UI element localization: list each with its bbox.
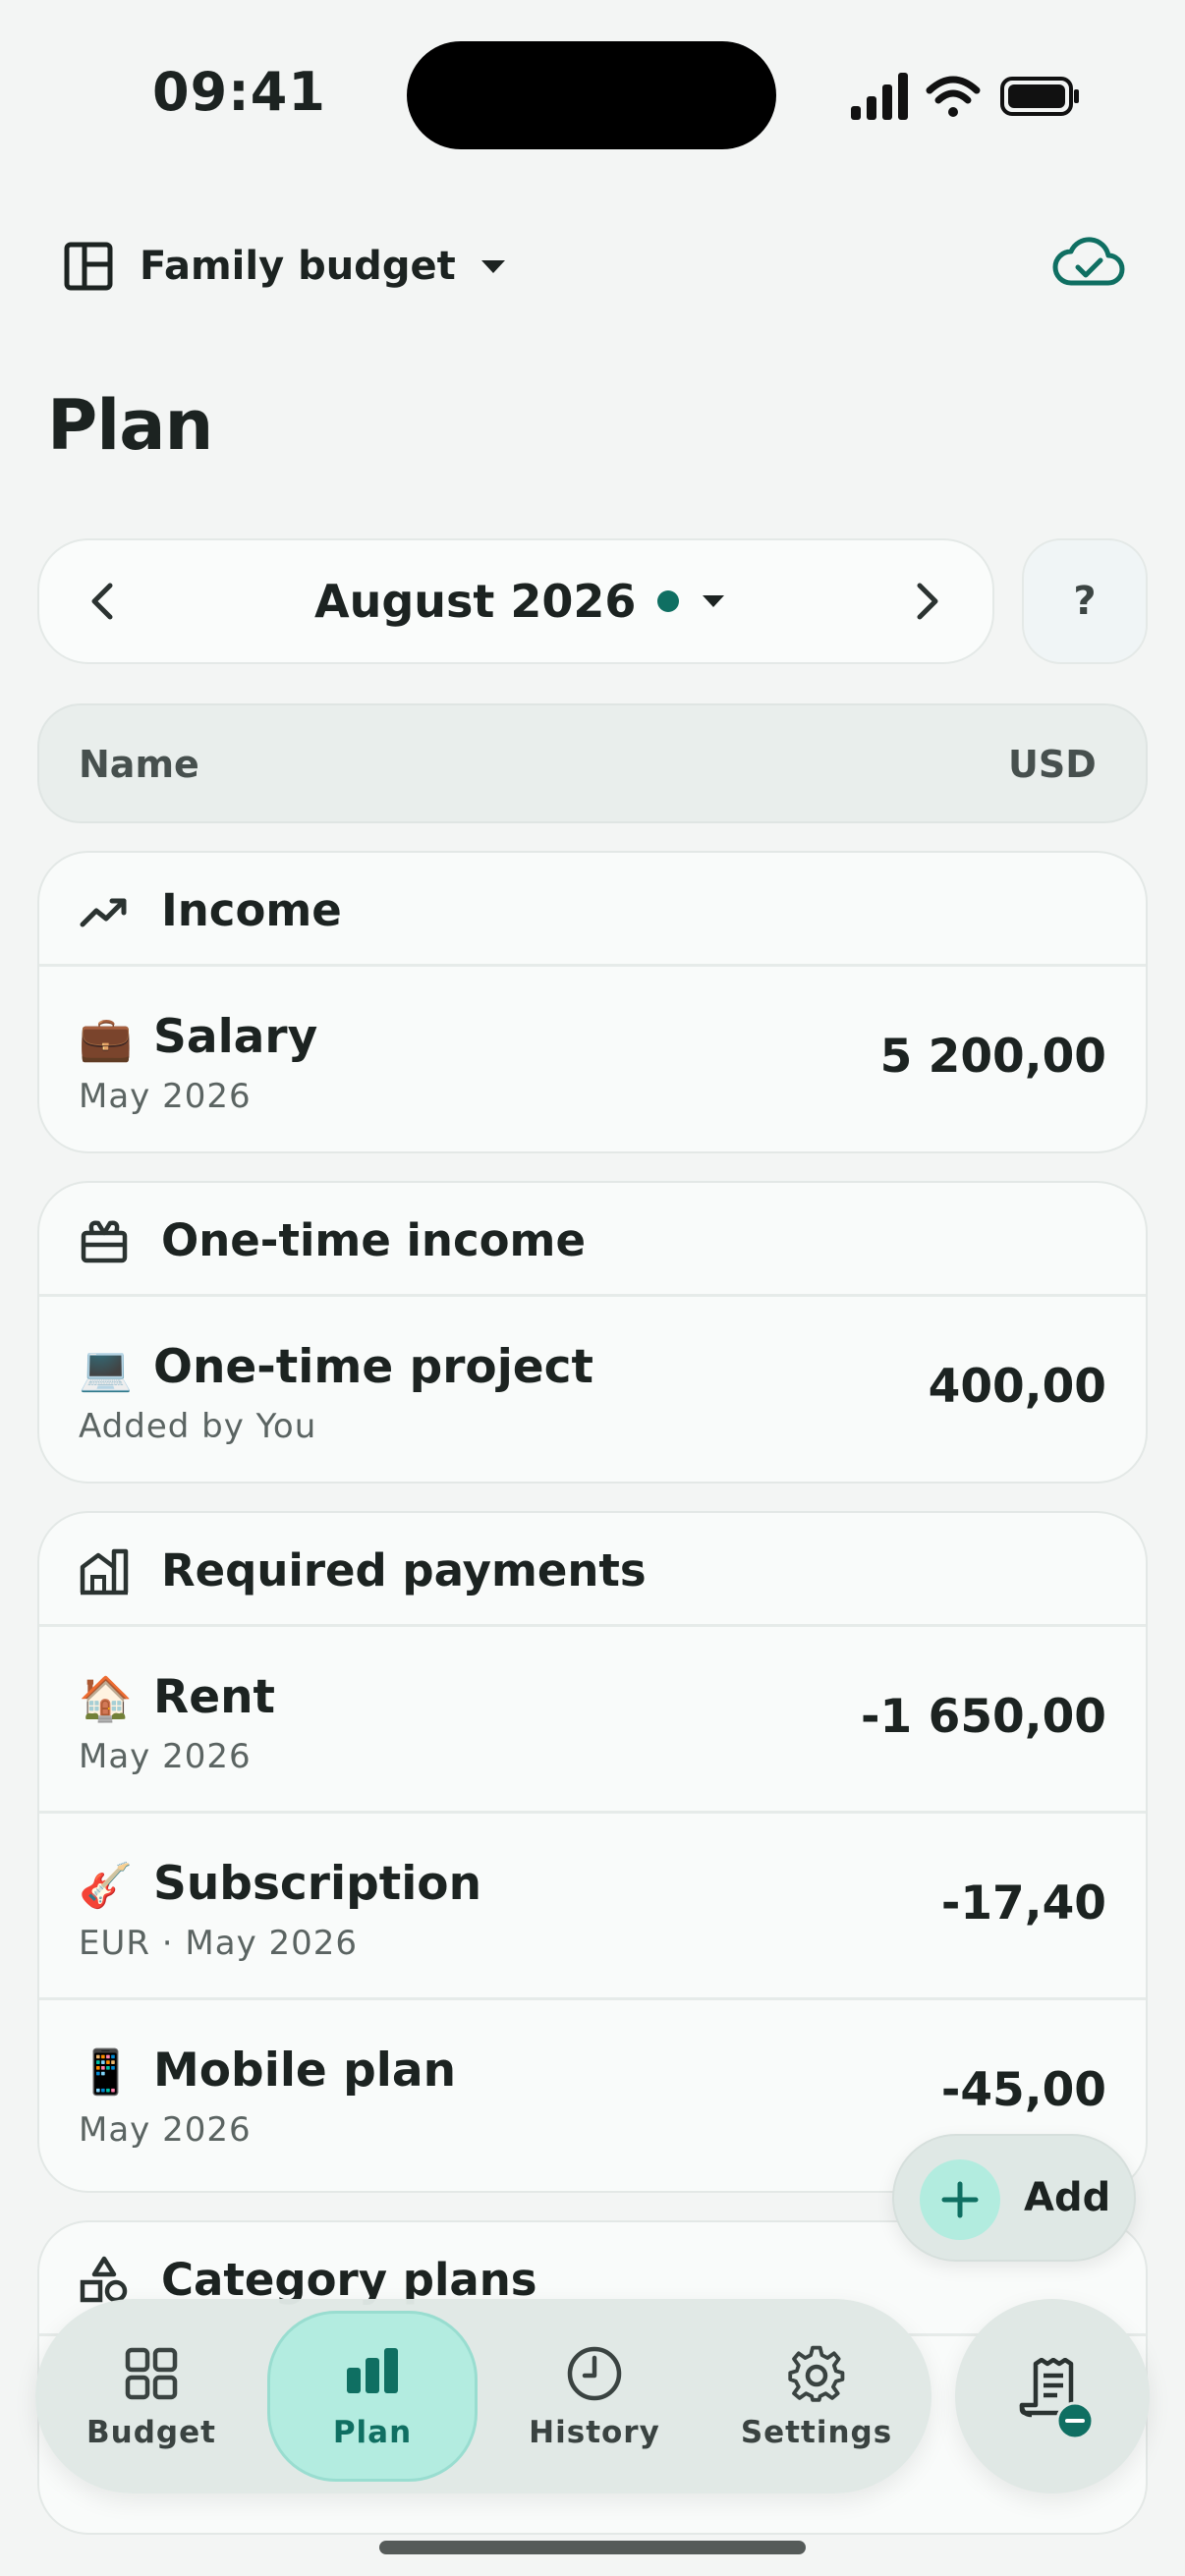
item-name: Mobile plan (153, 2044, 457, 2098)
item-subtitle: EUR · May 2026 (79, 1924, 359, 1963)
gift-icon (81, 1220, 128, 1263)
battery-icon (1000, 77, 1079, 116)
tab-history[interactable]: History (483, 2299, 705, 2493)
item-subtitle: May 2026 (79, 1737, 252, 1776)
tab-settings[interactable]: Settings (705, 2299, 928, 2493)
group-income: Income 💼 Salary May 2026 5 200,00 (37, 851, 1148, 1153)
item-subtitle: Added by You (79, 1407, 317, 1446)
help-button[interactable]: ? (1022, 538, 1148, 664)
add-button[interactable]: Add (892, 2134, 1136, 2262)
chevron-right-icon[interactable] (896, 572, 955, 631)
home-indicator (379, 2541, 806, 2554)
item-subtitle: May 2026 (79, 1077, 252, 1116)
month-label: August 2026 (314, 575, 637, 628)
tab-plan[interactable]: Plan (267, 2299, 478, 2493)
house-icon: 🏠 (79, 1674, 133, 1724)
building-icon (80, 1548, 129, 1596)
receipt-minus-icon (1019, 2358, 1095, 2440)
caret-down-icon (480, 260, 505, 273)
item-name: Rent (153, 1670, 275, 1724)
item-amount: -1 650,00 (861, 1690, 1106, 1744)
tab-label: Plan (332, 2415, 413, 2450)
signal-icon (851, 73, 908, 120)
status-icons (851, 73, 1079, 120)
item-name: One-time project (153, 1340, 594, 1394)
cloud-synced-icon[interactable] (1051, 232, 1126, 291)
caret-down-icon (703, 595, 725, 607)
item-amount: 5 200,00 (879, 1030, 1106, 1084)
group-one-time-income: One-time income 💻 One-time project Added… (37, 1181, 1148, 1484)
grid-icon (125, 2347, 178, 2400)
item-name: Subscription (153, 1857, 482, 1911)
plus-icon (920, 2159, 1000, 2240)
group-header[interactable]: Required payments (39, 1513, 1146, 1627)
tab-label: Settings (740, 2415, 893, 2450)
group-required-payments: Required payments 🏠 Rent May 2026 -1 650… (37, 1511, 1148, 2193)
chevron-left-icon[interactable] (75, 572, 134, 631)
budget-switcher[interactable]: Family budget (61, 232, 507, 301)
phone-icon: 📱 (79, 2047, 133, 2098)
item-subtitle: May 2026 (79, 2110, 252, 2150)
layout-icon (64, 242, 113, 291)
add-expense-button[interactable] (955, 2299, 1150, 2493)
group-header[interactable]: One-time income (39, 1183, 1146, 1297)
item-name: Salary (153, 1010, 318, 1064)
column-name-header: Name (79, 743, 199, 786)
list-item[interactable]: 🏠 Rent May 2026 -1 650,00 (39, 1627, 1146, 1814)
list-item[interactable]: 💻 One-time project Added by You 400,00 (39, 1297, 1146, 1482)
briefcase-icon: 💼 (79, 1014, 133, 1064)
tab-label: Budget (86, 2415, 216, 2450)
item-amount: 400,00 (928, 1360, 1106, 1414)
bar-chart-icon (347, 2348, 398, 2393)
bottom-nav: Budget Plan History Settings (35, 2299, 931, 2493)
current-month-dot (657, 590, 680, 612)
group-title: Income (161, 884, 342, 936)
gear-icon (788, 2345, 845, 2402)
page-title: Plan (47, 385, 213, 466)
trending-up-icon (80, 898, 127, 927)
month-picker[interactable]: August 2026 (314, 564, 726, 639)
list-item[interactable]: 🎸 Subscription EUR · May 2026 -17,40 (39, 1814, 1146, 2000)
group-title: Required payments (161, 1544, 647, 1596)
column-currency-header: USD (1008, 743, 1097, 786)
laptop-icon: 💻 (79, 1344, 133, 1394)
add-button-label: Add (1024, 2175, 1111, 2220)
tab-label: History (529, 2415, 660, 2450)
status-time: 09:41 (152, 61, 326, 123)
dynamic-island (407, 41, 776, 149)
group-title: One-time income (161, 1214, 586, 1266)
group-header[interactable]: Income (39, 853, 1146, 967)
budget-name: Family budget (140, 244, 456, 289)
tab-budget[interactable]: Budget (35, 2299, 267, 2493)
item-amount: -45,00 (940, 2063, 1106, 2117)
wifi-icon (926, 76, 981, 117)
list-item[interactable]: 💼 Salary May 2026 5 200,00 (39, 967, 1146, 1151)
clock-icon (567, 2346, 622, 2401)
item-amount: -17,40 (940, 1876, 1106, 1931)
table-header (37, 703, 1148, 823)
guitar-icon: 🎸 (79, 1861, 133, 1911)
